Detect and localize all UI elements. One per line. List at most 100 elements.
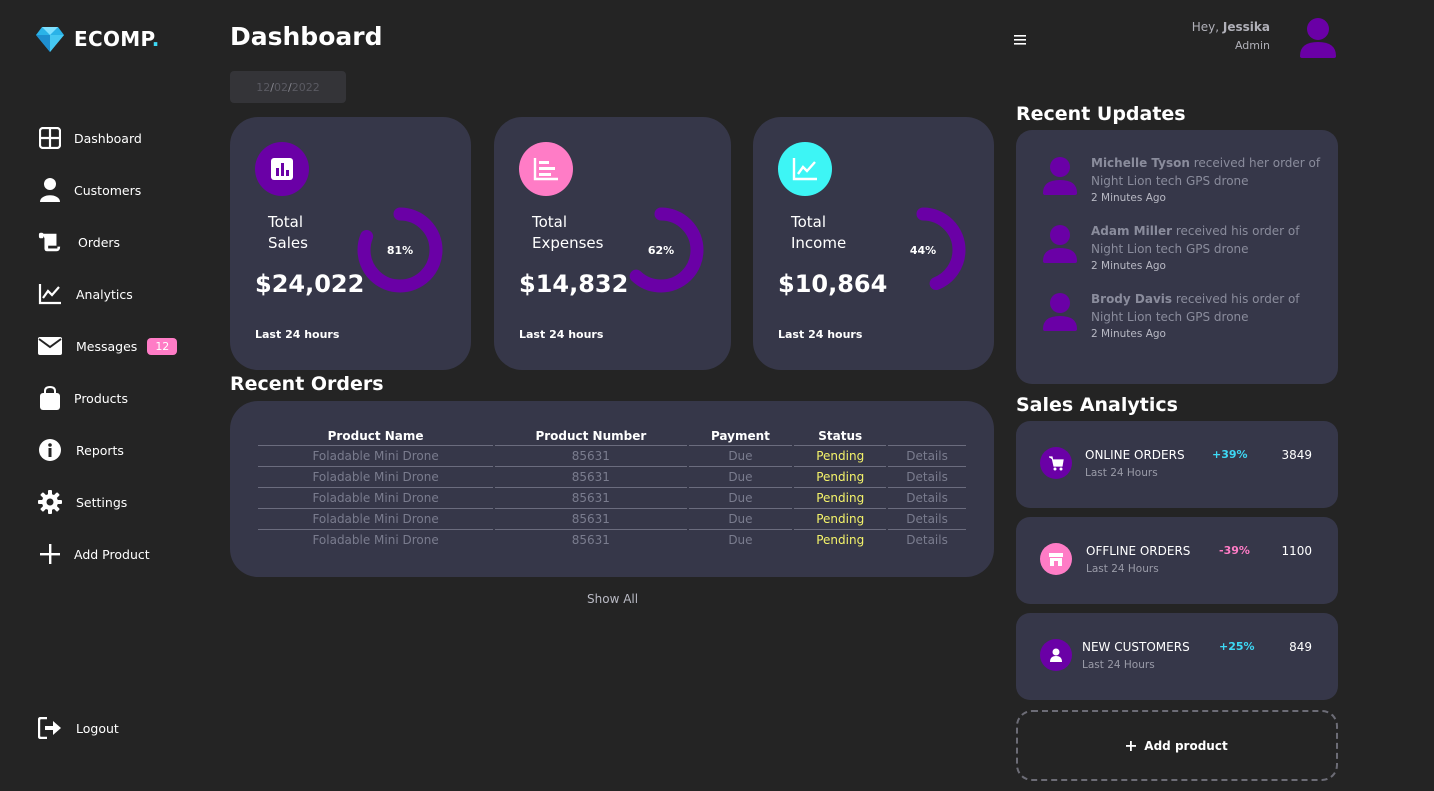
card-value: $10,864 (778, 270, 888, 298)
table-cell: Foladable Mini Drone (258, 508, 494, 529)
table-cell: Due (688, 466, 793, 487)
details-link[interactable]: Details (888, 529, 966, 550)
progress-ring: 62% (616, 205, 706, 295)
user-greeting: Hey, Jessika (1191, 20, 1270, 34)
card-footer: Last 24 hours (519, 328, 604, 341)
sidebar-item-label: Orders (78, 234, 121, 250)
diamond-icon (36, 27, 64, 52)
menu-icon[interactable] (1014, 30, 1026, 49)
avatar (1043, 293, 1077, 331)
analytics-card-new-customers: NEW CUSTOMERS Last 24 Hours +25% 849 (1016, 613, 1338, 700)
logout-icon (38, 716, 62, 740)
column-header: Payment (710, 429, 770, 443)
stat-card-income: Total Income $10,864 Last 24 hours 44% (753, 117, 994, 370)
show-all-link[interactable]: Show All (587, 592, 638, 606)
date-day: 12 (256, 80, 271, 94)
progress-ring: 81% (355, 205, 445, 295)
sales-analytics-title: Sales Analytics (1016, 394, 1178, 416)
status-badge: Pending (794, 487, 887, 508)
brand-logo: ECOMP. (36, 26, 160, 52)
recent-updates-title: Recent Updates (1016, 103, 1186, 125)
sidebar-item-label: Dashboard (74, 130, 142, 146)
analytics-sub: Last 24 Hours (1082, 659, 1155, 671)
progress-percent: 81% (386, 243, 414, 257)
sidebar-item-orders[interactable]: Orders (38, 216, 177, 268)
analytics-card-offline-orders: OFFLINE ORDERS Last 24 Hours -39% 1100 (1016, 517, 1338, 604)
sidebar-item-add-product[interactable]: Add Product (38, 528, 177, 580)
avatar (1043, 157, 1077, 195)
sidebar-item-label: Settings (76, 494, 128, 510)
table-cell: Due (688, 508, 793, 529)
details-link[interactable]: Details (888, 466, 966, 487)
update-item: Brody Davis received his order of Night … (1042, 290, 1322, 346)
sidebar-item-reports[interactable]: Reports (38, 424, 177, 476)
date-input[interactable]: 12/02/2022 (230, 71, 346, 103)
table-cell: Foladable Mini Drone (258, 466, 494, 487)
info-icon (38, 438, 62, 462)
status-badge: Pending (794, 445, 887, 466)
table-cell: Due (688, 529, 793, 550)
sidebar-item-analytics[interactable]: Analytics (38, 268, 177, 320)
sidebar-item-customers[interactable]: Customers (38, 164, 177, 216)
date-year: 2022 (291, 80, 320, 94)
trend-icon (778, 142, 832, 196)
update-text: Adam Miller received his order of Night … (1091, 224, 1300, 256)
analytics-value: 3849 (1281, 448, 1312, 462)
sidebar-nav: Dashboard Customers Orders Analytics Mes… (38, 112, 178, 580)
sidebar-item-messages[interactable]: Messages 12 (38, 320, 178, 372)
table-row: Foladable Mini Drone 85631 Due Pending Detai… (258, 529, 966, 550)
sidebar-item-products[interactable]: Products (38, 372, 177, 424)
plus-icon (38, 542, 62, 566)
card-footer: Last 24 hours (255, 328, 340, 341)
card-footer: Last 24 hours (778, 328, 863, 341)
plus-icon (1126, 740, 1137, 751)
card-value: $24,022 (255, 270, 365, 298)
progress-percent: 62% (647, 243, 675, 257)
store-icon (1040, 543, 1072, 575)
brand-name: ECOMP. (74, 27, 160, 51)
table-row: Foladable Mini Drone 85631 Due Pending Detai… (258, 445, 966, 466)
table-row: Foladable Mini Drone 85631 Due Pending Detai… (258, 466, 966, 487)
sidebar-item-settings[interactable]: Settings (38, 476, 177, 528)
analytics-label: NEW CUSTOMERS (1082, 640, 1190, 654)
details-link[interactable]: Details (888, 508, 966, 529)
details-link[interactable]: Details (888, 445, 966, 466)
user-role: Admin (1234, 39, 1270, 52)
table-row: Foladable Mini Drone 85631 Due Pending Detai… (258, 508, 966, 529)
logout-button[interactable]: Logout (38, 716, 119, 740)
update-item: Adam Miller received his order of Night … (1042, 222, 1322, 278)
page-title: Dashboard (230, 22, 383, 51)
scroll-icon (38, 230, 62, 254)
messages-count-badge: 12 (147, 337, 178, 355)
update-time: 2 Minutes Ago (1091, 192, 1166, 204)
avatar[interactable] (1298, 16, 1338, 62)
table-cell: 85631 (495, 466, 687, 487)
add-product-button[interactable]: Add product (1016, 710, 1338, 781)
column-header: Product Name (327, 429, 424, 443)
status-badge: Pending (794, 529, 887, 550)
update-text: Brody Davis received his order of Night … (1091, 292, 1300, 324)
sidebar-item-label: Analytics (76, 286, 133, 302)
analytics-sub: Last 24 Hours (1085, 467, 1158, 479)
column-header: Product Number (535, 429, 647, 443)
status-badge: Pending (794, 508, 887, 529)
logout-label: Logout (76, 720, 119, 736)
sidebar-item-dashboard[interactable]: Dashboard (38, 112, 177, 164)
analytics-percent: +39% (1212, 448, 1248, 461)
details-link[interactable]: Details (888, 487, 966, 508)
card-title: Total Sales (268, 213, 308, 252)
stat-card-sales: Total Sales $24,022 Last 24 hours 81% (230, 117, 471, 370)
analytics-percent: +25% (1219, 640, 1255, 653)
table-cell: 85631 (495, 487, 687, 508)
card-title: Total Income (791, 213, 847, 252)
user-icon (1040, 639, 1072, 671)
bar-chart-icon (255, 142, 309, 196)
user-icon (38, 178, 62, 202)
envelope-icon (38, 334, 62, 358)
card-value: $14,832 (519, 270, 629, 298)
table-cell: 85631 (495, 445, 687, 466)
cart-icon (1040, 447, 1072, 479)
table-cell: Due (688, 445, 793, 466)
analytics-value: 1100 (1281, 544, 1312, 558)
stat-card-expenses: Total Expenses $14,832 Last 24 hours 62% (494, 117, 731, 370)
